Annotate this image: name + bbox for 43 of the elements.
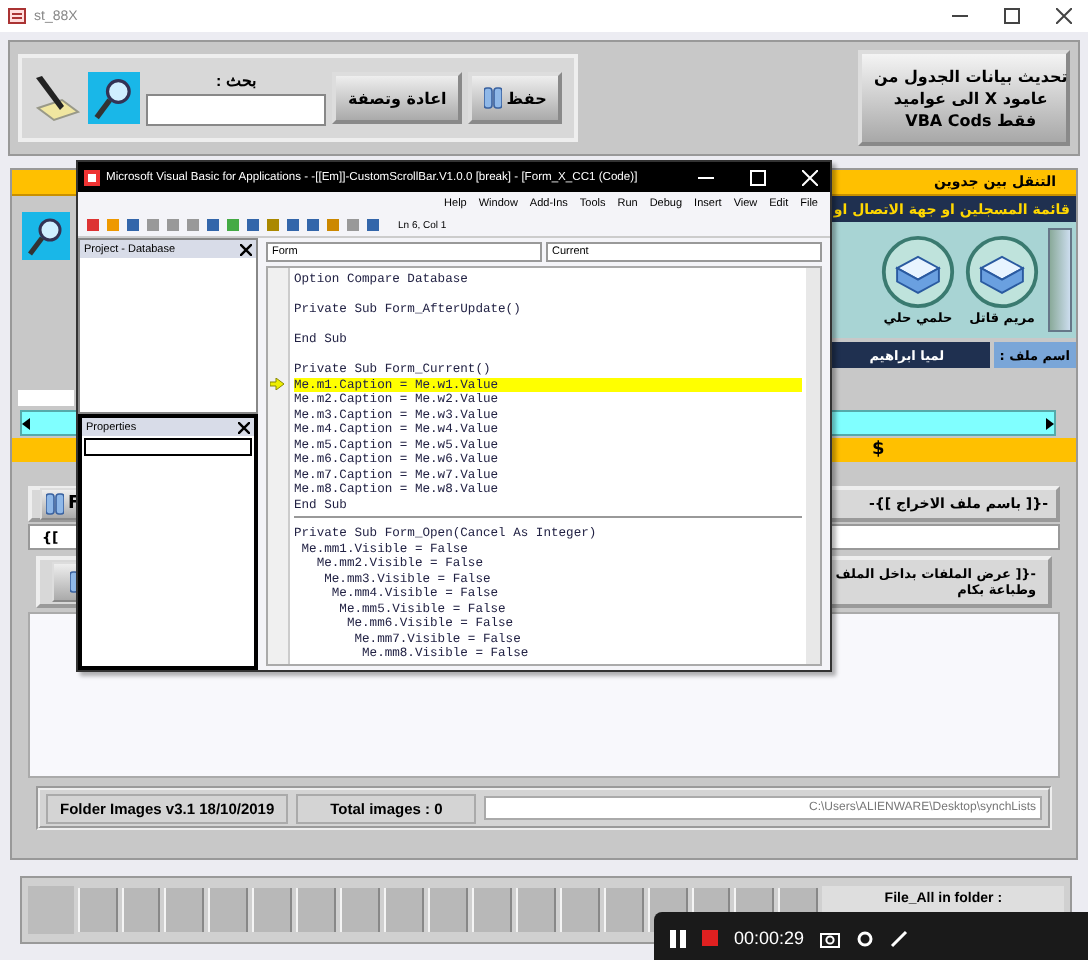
reset-button[interactable]: اعادة وتصفة (332, 72, 463, 124)
search-field[interactable] (146, 93, 326, 125)
search-icon[interactable] (88, 72, 140, 124)
maximize-icon[interactable] (1004, 8, 1020, 24)
pause-icon[interactable] (670, 929, 686, 947)
app-icon (84, 169, 100, 185)
thumbnail-cell (296, 888, 337, 932)
search-icon[interactable] (22, 212, 70, 260)
books-icon[interactable] (880, 234, 956, 310)
thumbnail-cell (77, 888, 118, 932)
thumbnail-cell (384, 888, 425, 932)
thumbnail-cell (340, 888, 381, 932)
app-icon (8, 8, 26, 24)
thumbnail-cell (121, 888, 161, 932)
thumbnail-cell (428, 888, 468, 932)
search-label: بحث : (214, 71, 258, 89)
database-icon (46, 492, 64, 516)
execution-arrow-icon (270, 377, 284, 389)
pen-icon[interactable] (890, 929, 909, 947)
scroll-button[interactable] (1048, 228, 1072, 332)
thumbnail-cell (515, 888, 556, 932)
right-arrow-icon[interactable] (1044, 417, 1054, 429)
thumbnail-cell (471, 888, 512, 932)
object-dropdown[interactable] (84, 438, 252, 456)
recording-time: 00:00:29 (734, 928, 805, 948)
books-icon[interactable] (964, 234, 1040, 310)
thumbnail-cell (252, 888, 293, 932)
save-button[interactable]: حفظ (468, 72, 563, 124)
thumbnail-cell (208, 888, 249, 932)
left-arrow-icon[interactable] (22, 417, 32, 429)
thumbnail-cell (559, 888, 600, 932)
database-icon (484, 86, 503, 110)
thumbnail-cell (603, 888, 644, 932)
camera-icon[interactable] (820, 929, 841, 947)
close-icon[interactable] (240, 243, 252, 255)
text-field[interactable] (18, 390, 74, 406)
scroll-bar[interactable] (806, 268, 820, 664)
pen-paper-icon[interactable] (30, 72, 82, 124)
update-button[interactable]: تحديث بيانات الجدول من عامود X الى عواميد فقط VBA Cods (858, 50, 1070, 146)
currency-label: $ (872, 440, 885, 460)
close-icon[interactable] (1056, 8, 1072, 24)
close-icon[interactable] (238, 421, 250, 433)
thumbnail-cell (164, 888, 205, 932)
